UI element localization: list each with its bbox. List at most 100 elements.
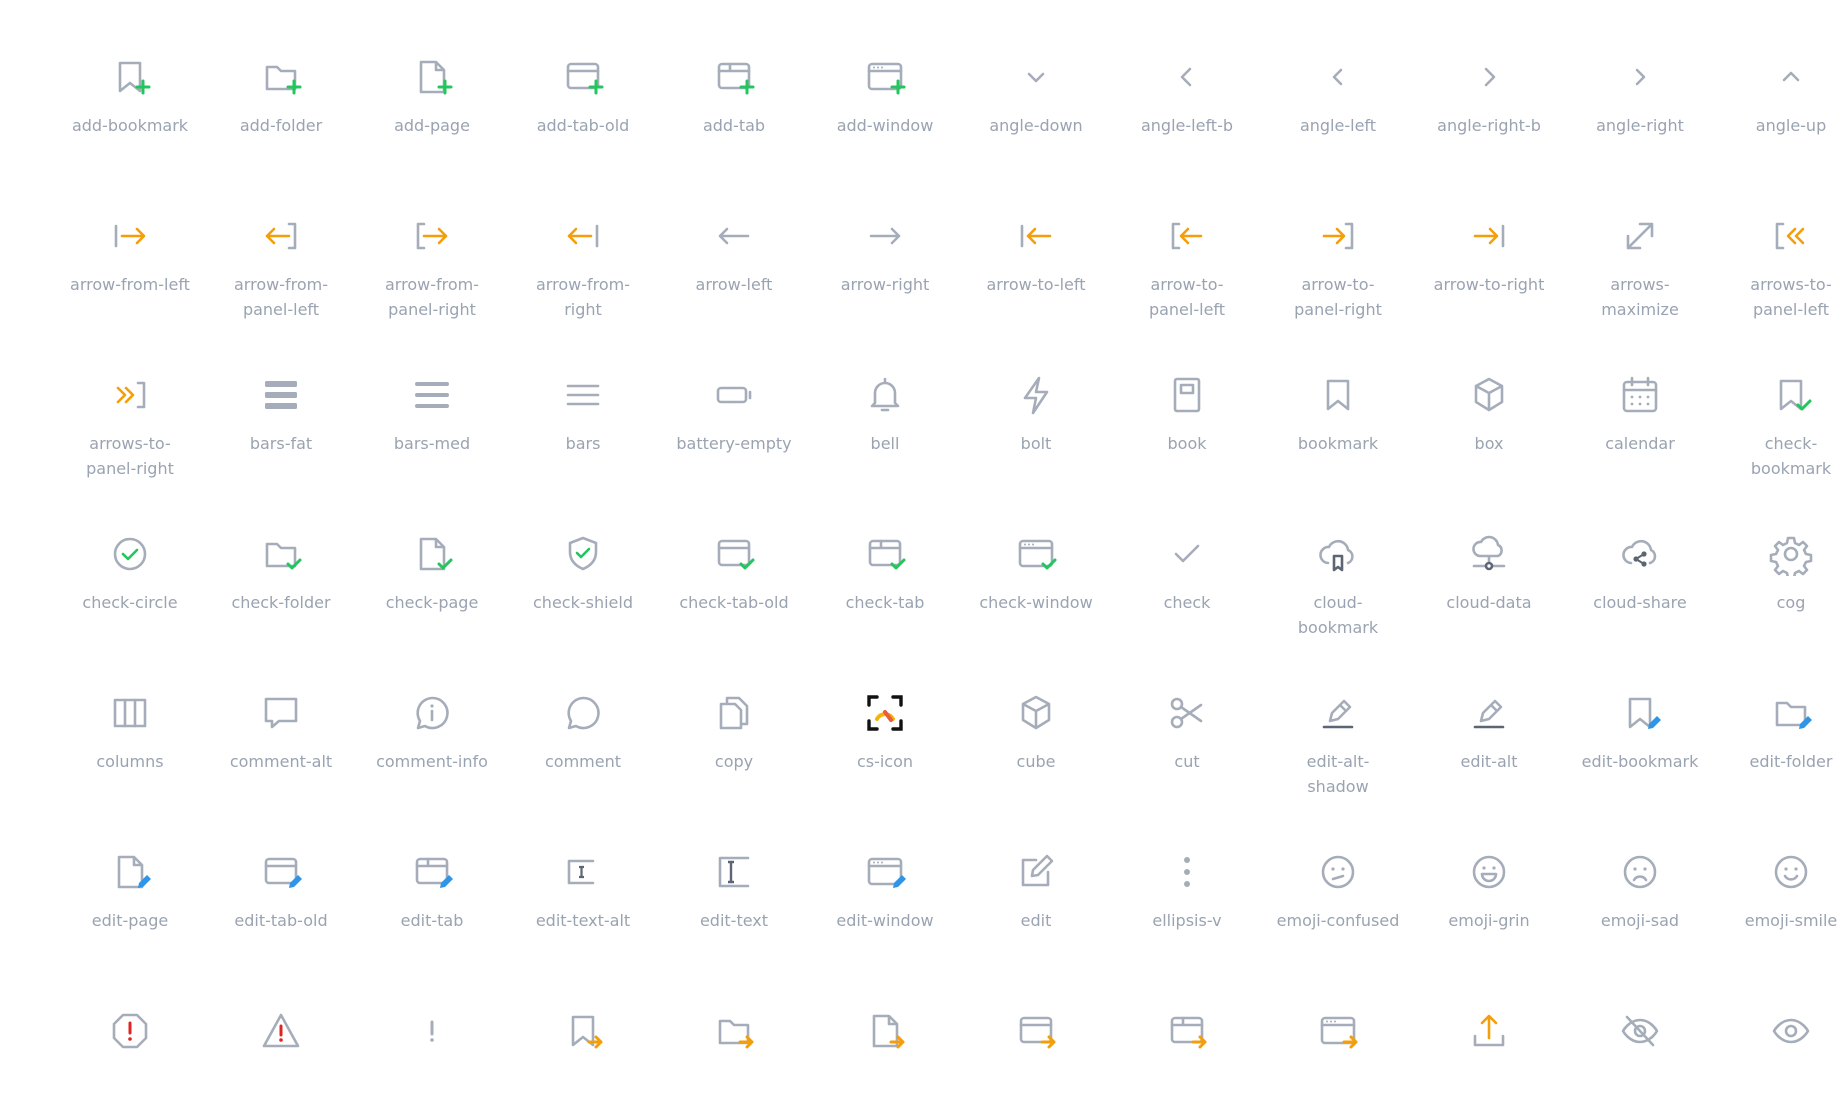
icon-label: arrows- maximize [1601,275,1679,319]
icon-tile-emoji-smile[interactable]: emoji-smile [1716,850,1847,933]
icon-tile-bars[interactable]: bars [508,373,658,456]
icon-tile-add-page[interactable]: add-page [357,55,507,138]
icon-tile-upload[interactable] [1414,1009,1564,1053]
icon-tile-triangle-exclamation[interactable] [206,1009,356,1053]
icon-tile-box[interactable]: box [1414,373,1564,456]
icon-label: battery-empty [676,434,792,453]
icon-tile-check-window[interactable]: check-window [961,532,1111,615]
icon-tile-angle-down[interactable]: angle-down [961,55,1111,138]
icon-tile-arrows-to-panel-right[interactable]: arrows-to- panel-right [55,373,205,481]
icon-tile-battery-empty[interactable]: battery-empty [659,373,809,456]
icon-tile-check-tab-old[interactable]: check-tab-old [659,532,809,615]
icon-tile-edit-alt[interactable]: edit-alt [1414,691,1564,774]
angle-left-b-icon [1165,55,1209,99]
icon-tile-arrow-to-panel-left[interactable]: arrow-to- panel-left [1112,214,1262,322]
icon-tile-edit-tab-old[interactable]: edit-tab-old [206,850,356,933]
emoji-confused-icon [1316,850,1360,894]
icon-tile-calendar[interactable]: calendar [1565,373,1715,456]
icon-tile-angle-up[interactable]: angle-up [1716,55,1847,138]
icon-tile-bars-med[interactable]: bars-med [357,373,507,456]
icon-tile-add-bookmark[interactable]: add-bookmark [55,55,205,138]
icon-tile-bookmark-export[interactable] [508,1009,658,1053]
icon-tile-arrow-right[interactable]: arrow-right [810,214,960,297]
icon-tile-emoji-sad[interactable]: emoji-sad [1565,850,1715,933]
icon-tile-check-circle[interactable]: check-circle [55,532,205,615]
icon-tile-angle-left-b[interactable]: angle-left-b [1112,55,1262,138]
icon-tile-check-folder[interactable]: check-folder [206,532,356,615]
icon-tile-add-tab-old[interactable]: add-tab-old [508,55,658,138]
icon-tile-angle-right-b[interactable]: angle-right-b [1414,55,1564,138]
icon-tile-arrow-from-panel-right[interactable]: arrow-from- panel-right [357,214,507,322]
icon-label: angle-up [1755,116,1827,135]
icon-tile-eye[interactable] [1716,1009,1847,1053]
icon-tile-arrow-from-left[interactable]: arrow-from-left [55,214,205,297]
icon-tile-copy[interactable]: copy [659,691,809,774]
icon-label: angle-left-b [1140,116,1233,135]
octagon-exclamation-icon [108,1009,152,1053]
icon-tile-cube[interactable]: cube [961,691,1111,774]
icon-tile-cloud-bookmark[interactable]: cloud- bookmark [1263,532,1413,640]
icon-tile-edit-tab[interactable]: edit-tab [357,850,507,933]
icon-label: cut [1174,752,1200,771]
icon-tile-ellipsis-v[interactable]: ellipsis-v [1112,850,1262,933]
icon-tile-cs-icon[interactable]: cs-icon [810,691,960,774]
icon-tile-arrow-left[interactable]: arrow-left [659,214,809,297]
icon-tile-angle-left[interactable]: angle-left [1263,55,1413,138]
icon-tile-add-window[interactable]: add-window [810,55,960,138]
icon-tile-eye-slash[interactable] [1565,1009,1715,1053]
icon-tile-edit[interactable]: edit [961,850,1111,933]
icon-tile-check-bookmark[interactable]: check- bookmark [1716,373,1847,481]
icon-tile-exclamation[interactable] [357,1009,507,1053]
icon-tile-cog[interactable]: cog [1716,532,1847,615]
icon-tile-add-tab[interactable]: add-tab [659,55,809,138]
icon-tile-arrows-to-panel-left[interactable]: arrows-to- panel-left [1716,214,1847,322]
angle-down-icon [1014,55,1058,99]
cloud-share-icon [1618,532,1662,576]
arrows-maximize-icon [1618,214,1662,258]
icon-tile-cloud-share[interactable]: cloud-share [1565,532,1715,615]
icon-tile-angle-right[interactable]: angle-right [1565,55,1715,138]
icon-tile-columns[interactable]: columns [55,691,205,774]
icon-tile-edit-folder[interactable]: edit-folder [1716,691,1847,774]
icon-tile-edit-page[interactable]: edit-page [55,850,205,933]
icon-tile-arrow-to-left[interactable]: arrow-to-left [961,214,1111,297]
icon-tile-emoji-confused[interactable]: emoji-confused [1263,850,1413,933]
icon-tile-page-export[interactable] [810,1009,960,1053]
add-window-icon [863,55,907,99]
icon-tile-arrows-maximize[interactable]: arrows- maximize [1565,214,1715,322]
icon-tile-arrow-from-right[interactable]: arrow-from- right [508,214,658,322]
icon-tile-edit-alt-shadow[interactable]: edit-alt- shadow [1263,691,1413,799]
box-icon [1467,373,1511,417]
icon-tile-add-folder[interactable]: add-folder [206,55,356,138]
icon-tile-folder-export[interactable] [659,1009,809,1053]
check-window-icon [1014,532,1058,576]
icon-tile-check[interactable]: check [1112,532,1262,615]
add-bookmark-icon [108,55,152,99]
icon-tile-bolt[interactable]: bolt [961,373,1111,456]
icon-tile-cloud-data[interactable]: cloud-data [1414,532,1564,615]
icon-tile-octagon-exclamation[interactable] [55,1009,205,1053]
icon-tile-comment[interactable]: comment [508,691,658,774]
icon-tile-arrow-from-panel-left[interactable]: arrow-from- panel-left [206,214,356,322]
icon-tile-bell[interactable]: bell [810,373,960,456]
icon-tile-edit-text[interactable]: edit-text [659,850,809,933]
icon-tile-check-shield[interactable]: check-shield [508,532,658,615]
icon-tile-check-page[interactable]: check-page [357,532,507,615]
icon-tile-arrow-to-panel-right[interactable]: arrow-to- panel-right [1263,214,1413,322]
icon-tile-edit-text-alt[interactable]: edit-text-alt [508,850,658,933]
icon-tile-comment-alt[interactable]: comment-alt [206,691,356,774]
icon-tile-edit-bookmark[interactable]: edit-bookmark [1565,691,1715,774]
icon-tile-tab-export[interactable] [1112,1009,1262,1053]
icon-tile-bars-fat[interactable]: bars-fat [206,373,356,456]
icon-tile-comment-info[interactable]: comment-info [357,691,507,774]
icon-tile-arrow-to-right[interactable]: arrow-to-right [1414,214,1564,297]
icon-tile-check-tab[interactable]: check-tab [810,532,960,615]
icon-label: arrow-to- panel-right [1294,275,1382,319]
icon-tile-book[interactable]: book [1112,373,1262,456]
icon-tile-window-export[interactable] [1263,1009,1413,1053]
icon-tile-cut[interactable]: cut [1112,691,1262,774]
icon-tile-bookmark[interactable]: bookmark [1263,373,1413,456]
icon-tile-emoji-grin[interactable]: emoji-grin [1414,850,1564,933]
icon-tile-edit-window[interactable]: edit-window [810,850,960,933]
icon-tile-tab-old-export[interactable] [961,1009,1111,1053]
